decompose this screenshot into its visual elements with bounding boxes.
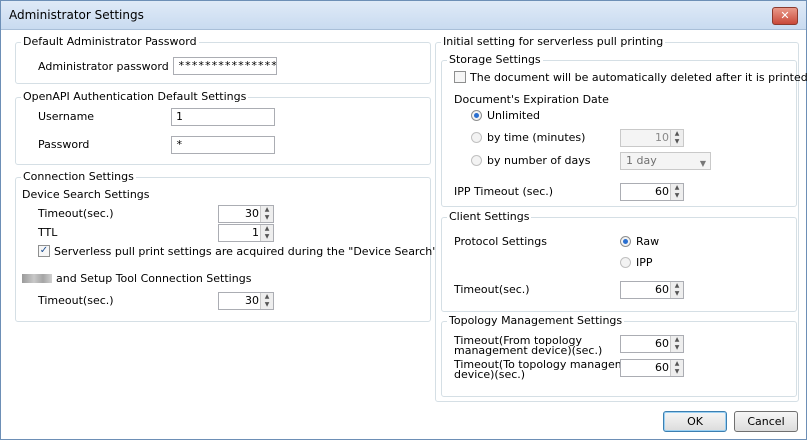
- password-input[interactable]: *: [171, 136, 275, 154]
- expiration-days-label: by number of days: [487, 154, 591, 167]
- minutes-spinner[interactable]: 10 ▲ ▼: [620, 129, 684, 147]
- setup-tool-title: and Setup Tool Connection Settings: [56, 272, 252, 285]
- spin-buttons-icon[interactable]: ▲ ▼: [260, 206, 273, 222]
- administrator-settings-dialog: Administrator Settings ✕ Default Adminis…: [0, 0, 807, 440]
- client-settings-legend: Client Settings: [447, 210, 532, 223]
- chevron-down-icon: ▼: [699, 159, 706, 168]
- auto-delete-label: The document will be automatically delet…: [470, 71, 807, 84]
- ipp-timeout-spinner[interactable]: 60 ▲ ▼: [620, 183, 684, 201]
- client-settings-group: Client Settings Protocol Settings Raw IP…: [441, 210, 797, 312]
- ipp-timeout-value: 60: [655, 185, 669, 198]
- days-select[interactable]: 1 day ▼: [620, 152, 711, 170]
- topology-from-label: Timeout(From topology management device)…: [454, 335, 603, 357]
- ipp-timeout-label: IPP Timeout (sec.): [454, 185, 554, 198]
- cancel-button[interactable]: Cancel: [734, 411, 798, 432]
- topology-to-spinner[interactable]: 60 ▲ ▼: [620, 359, 684, 377]
- device-search-title: Device Search Settings: [22, 188, 150, 201]
- topology-settings-legend: Topology Management Settings: [447, 314, 625, 327]
- setup-timeout-label: Timeout(sec.): [38, 294, 114, 307]
- client-timeout-label: Timeout(sec.): [454, 283, 530, 296]
- redacted-product-name: [22, 274, 52, 283]
- storage-settings-legend: Storage Settings: [447, 53, 543, 66]
- client-timeout-value: 60: [655, 283, 669, 296]
- spin-buttons-icon[interactable]: ▲ ▼: [670, 184, 683, 200]
- serverless-acquire-label: Serverless pull print settings are acqui…: [54, 245, 487, 258]
- topology-from-value: 60: [655, 337, 669, 350]
- device-timeout-spinner[interactable]: 30 ▲ ▼: [218, 205, 274, 223]
- admin-password-group: Default Administrator Password Administr…: [15, 35, 431, 84]
- spin-buttons-icon[interactable]: ▲ ▼: [670, 282, 683, 298]
- openapi-legend: OpenAPI Authentication Default Settings: [21, 90, 249, 103]
- protocol-settings-label: Protocol Settings: [454, 235, 547, 248]
- client-timeout-spinner[interactable]: 60 ▲ ▼: [620, 281, 684, 299]
- admin-password-legend: Default Administrator Password: [21, 35, 199, 48]
- expiration-unlimited-radio[interactable]: [471, 110, 482, 121]
- ttl-label: TTL: [38, 226, 58, 239]
- device-timeout-label: Timeout(sec.): [38, 207, 114, 220]
- openapi-group: OpenAPI Authentication Default Settings …: [15, 90, 431, 165]
- expiration-minutes-radio[interactable]: [471, 132, 482, 143]
- spin-buttons-icon[interactable]: ▲ ▼: [670, 360, 683, 376]
- setup-timeout-spinner[interactable]: 30 ▲ ▼: [218, 292, 274, 310]
- username-input[interactable]: 1: [171, 108, 275, 126]
- admin-password-label: Administrator password: [38, 60, 169, 73]
- spin-buttons-icon[interactable]: ▲ ▼: [260, 293, 273, 309]
- username-label: Username: [38, 110, 95, 123]
- close-button[interactable]: ✕: [772, 7, 798, 25]
- device-timeout-value: 30: [245, 207, 259, 220]
- storage-settings-group: Storage Settings The document will be au…: [441, 53, 807, 207]
- title-bar: Administrator Settings ✕: [1, 1, 806, 30]
- expiration-days-radio[interactable]: [471, 155, 482, 166]
- topology-from-label-line2: management device)(sec.): [454, 344, 603, 357]
- connection-settings-group: Connection Settings Device Search Settin…: [15, 170, 487, 322]
- setup-timeout-value: 30: [245, 294, 259, 307]
- topology-from-spinner[interactable]: 60 ▲ ▼: [620, 335, 684, 353]
- spin-buttons-icon[interactable]: ▲ ▼: [670, 130, 683, 146]
- dialog-body: Default Administrator Password Administr…: [1, 30, 807, 439]
- protocol-raw-radio[interactable]: [620, 236, 631, 247]
- minutes-value: 10: [655, 131, 669, 144]
- days-select-value: 1 day: [626, 154, 657, 167]
- ttl-spinner[interactable]: 1 ▲ ▼: [218, 224, 274, 242]
- window-title: Administrator Settings: [9, 8, 144, 22]
- ttl-value: 1: [252, 226, 259, 239]
- expiration-title: Document's Expiration Date: [454, 93, 609, 106]
- protocol-ipp-radio[interactable]: [620, 257, 631, 268]
- protocol-raw-label: Raw: [636, 235, 660, 248]
- serverless-pull-printing-group: Initial setting for serverless pull prin…: [435, 35, 807, 402]
- topology-settings-group: Topology Management Settings Timeout(Fro…: [441, 314, 797, 397]
- serverless-acquire-checkbox[interactable]: ✓: [38, 245, 50, 257]
- topology-to-value: 60: [655, 361, 669, 374]
- expiration-unlimited-label: Unlimited: [487, 109, 540, 122]
- password-label: Password: [38, 138, 90, 151]
- topology-to-label: Timeout(To topology management device)(s…: [454, 359, 644, 381]
- auto-delete-checkbox[interactable]: [454, 71, 466, 83]
- ok-button[interactable]: OK: [663, 411, 727, 432]
- connection-settings-legend: Connection Settings: [21, 170, 136, 183]
- spin-buttons-icon[interactable]: ▲ ▼: [670, 336, 683, 352]
- expiration-minutes-label: by time (minutes): [487, 131, 586, 144]
- topology-to-label-line2: device)(sec.): [454, 368, 526, 381]
- admin-password-input[interactable]: ****************: [173, 57, 277, 75]
- protocol-ipp-label: IPP: [636, 256, 653, 269]
- spin-buttons-icon[interactable]: ▲ ▼: [260, 225, 273, 241]
- serverless-pull-printing-legend: Initial setting for serverless pull prin…: [441, 35, 666, 48]
